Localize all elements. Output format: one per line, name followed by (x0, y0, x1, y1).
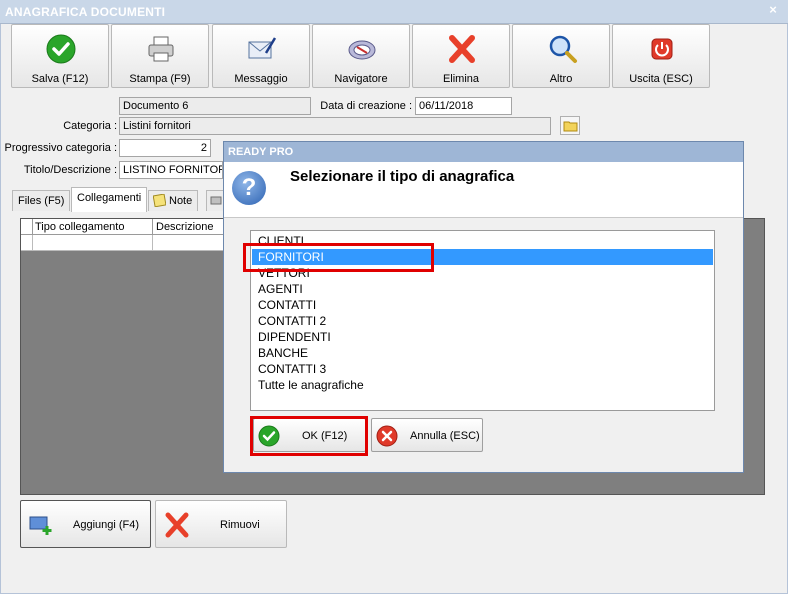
row-separator (152, 235, 153, 251)
select-registry-dialog: READY PRO ? Selezionare il tipo di anagr… (223, 141, 744, 473)
more-button[interactable]: Altro (512, 24, 610, 88)
column-descrizione[interactable]: Descrizione (152, 219, 216, 235)
window-title: ANAGRAFICA DOCUMENTI (5, 5, 166, 19)
title-field[interactable]: LISTINO FORNITORE (119, 161, 223, 179)
dialog-titlebar: READY PRO (224, 142, 743, 162)
more-button-label: Altro (549, 73, 573, 85)
attachment-icon (210, 196, 222, 205)
print-button-label: Stampa (F9) (129, 73, 191, 85)
remove-button[interactable]: Rimuovi (155, 500, 287, 548)
category-browse-button[interactable] (560, 116, 580, 135)
progressive-label: Progressivo categoria : (4, 142, 118, 154)
window-titlebar: ANAGRAFICA DOCUMENTI × (0, 0, 788, 24)
list-item[interactable]: CONTATTI 2 (254, 313, 713, 329)
close-icon[interactable]: × (766, 3, 780, 17)
title-label: Titolo/Descrizione : (23, 164, 117, 176)
creation-date-field[interactable]: 06/11/2018 (415, 97, 512, 115)
list-item[interactable]: BANCHE (254, 345, 713, 361)
document-name-field: Documento 6 (119, 97, 311, 115)
cancel-button-label: Annulla (ESC) (410, 430, 480, 442)
envelope-pen-icon (248, 37, 277, 59)
cancel-x-icon (376, 425, 398, 447)
tab-files[interactable]: Files (F5) (12, 190, 71, 211)
table-row[interactable] (21, 235, 251, 251)
dialog-header: ? Selezionare il tipo di anagrafica (224, 162, 743, 218)
compass-icon (348, 40, 376, 60)
navigator-button-label: Navigatore (334, 73, 388, 85)
tab-notes[interactable]: Note (148, 190, 199, 211)
list-item[interactable]: CONTATTI 3 (254, 361, 713, 377)
printer-icon (148, 36, 174, 62)
list-item[interactable]: CONTATTI (254, 297, 713, 313)
remove-button-label: Rimuovi (220, 519, 260, 531)
check-icon (46, 34, 76, 64)
magnifier-icon (549, 35, 577, 63)
list-item[interactable]: AGENTI (254, 281, 713, 297)
progressive-field[interactable]: 2 (119, 139, 211, 157)
dialog-question: Selezionare il tipo di anagrafica (290, 168, 515, 185)
save-button[interactable]: Salva (F12) (11, 24, 109, 88)
note-icon (153, 194, 166, 207)
message-button[interactable]: Messaggio (212, 24, 310, 88)
exit-button[interactable]: Uscita (ESC) (612, 24, 710, 88)
tab-notes-label: Note (169, 195, 193, 207)
tab-links[interactable]: Collegamenti (71, 187, 148, 212)
add-button-label: Aggiungi (F4) (73, 519, 140, 531)
navigator-button[interactable]: Navigatore (312, 24, 410, 88)
message-button-label: Messaggio (234, 73, 288, 85)
creation-date-label: Data di creazione : (320, 100, 412, 112)
print-button[interactable]: Stampa (F9) (111, 24, 209, 88)
remove-x-icon (165, 512, 189, 538)
delete-button[interactable]: Elimina (412, 24, 510, 88)
ok-highlight-box (250, 416, 368, 456)
cancel-button[interactable]: Annulla (ESC) (371, 418, 483, 452)
add-button[interactable]: Aggiungi (F4) (20, 500, 151, 548)
power-icon (651, 38, 673, 60)
delete-button-label: Elimina (442, 73, 480, 85)
category-field: Listini fornitori (119, 117, 551, 135)
grid-header: Tipo collegamento Descrizione (21, 219, 251, 235)
save-button-label: Salva (F12) (31, 73, 89, 85)
dialog-title: READY PRO (228, 146, 294, 158)
category-label: Categoria : (63, 120, 117, 132)
list-item[interactable]: DIPENDENTI (254, 329, 713, 345)
delete-x-icon (449, 35, 475, 63)
add-window-icon (29, 516, 52, 535)
list-item[interactable]: Tutte le anagrafiche (254, 377, 713, 393)
row-selector-header (21, 219, 33, 235)
question-icon: ? (232, 171, 266, 205)
column-tipo-collegamento[interactable]: Tipo collegamento (35, 221, 153, 233)
tab-more[interactable] (206, 190, 224, 211)
exit-button-label: Uscita (ESC) (629, 73, 693, 85)
row-selector (21, 235, 33, 251)
selection-highlight-box (243, 243, 434, 272)
folder-icon (563, 121, 578, 132)
